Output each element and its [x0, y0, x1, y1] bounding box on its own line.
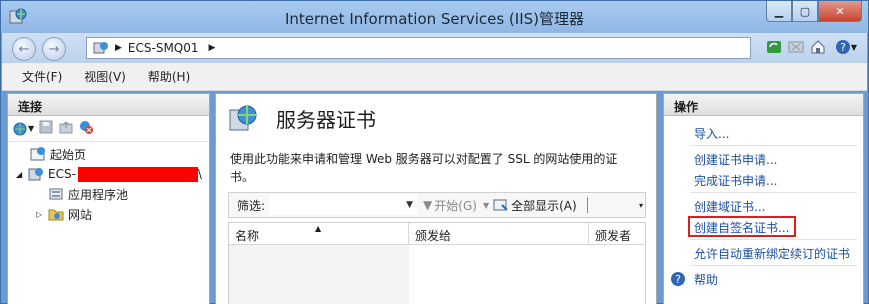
page-title: 服务器证书 — [276, 108, 376, 132]
tree-label-server: ECS- — [48, 167, 76, 181]
menu-file[interactable]: 文件(F) — [22, 68, 62, 85]
start-dropdown-icon[interactable]: ▼ — [483, 201, 489, 210]
server-certificates-icon — [229, 105, 257, 131]
close-icon: ✕ — [835, 4, 845, 18]
column-name[interactable]: 名称 ▲ — [229, 223, 409, 244]
title-bar: Internet Information Services (IIS)管理器 ▁… — [1, 1, 868, 33]
action-separator — [690, 192, 857, 193]
tree-label-server-suffix: \ — [197, 167, 202, 181]
help-dropdown-icon[interactable]: ? ▼ — [831, 38, 861, 56]
server-icon — [93, 42, 108, 54]
action-create-certificate-request[interactable]: 创建证书申请... — [664, 148, 863, 169]
action-create-domain-certificate[interactable]: 创建域证书... — [664, 195, 863, 216]
server-certificates-pane: 服务器证书 使用此功能来申请和管理 Web 服务器可以对配置了 SSL 的网站使… — [215, 93, 657, 304]
start-button-label: 开始(G) — [434, 198, 477, 213]
minimize-icon: ▁ — [774, 4, 784, 18]
disconnect-icon[interactable] — [78, 119, 94, 138]
sites-folder-icon — [48, 209, 64, 221]
column-issued-to[interactable]: 颁发给 — [409, 223, 589, 244]
tree-expanded-icon[interactable]: ◢ — [16, 170, 28, 179]
forward-button[interactable]: → — [42, 37, 66, 61]
action-complete-certificate-request[interactable]: 完成证书申请... — [664, 169, 863, 190]
redacted-server-name — [77, 166, 198, 182]
column-name-label: 名称 — [235, 229, 260, 243]
breadcrumb-separator-icon: ▶ — [115, 43, 122, 53]
forward-arrow-icon: → — [48, 41, 60, 57]
action-separator — [690, 145, 857, 146]
refresh-icon[interactable] — [765, 38, 783, 56]
action-separator — [690, 239, 857, 240]
address-toolbar: ← → ▶ ECS-SMQ01 ▶ ? ▼ — [2, 33, 867, 63]
stop-icon[interactable] — [787, 38, 805, 56]
maximize-icon: ▢ — [799, 4, 811, 18]
minimize-button[interactable]: ▁ — [766, 1, 792, 22]
table-body — [229, 245, 409, 304]
column-issued-by[interactable]: 颁发者 — [589, 223, 645, 244]
sort-ascending-icon: ▲ — [315, 224, 322, 233]
tree-label-sites: 网站 — [68, 207, 93, 222]
filter-bar: 筛选: ▼ ▼ 开始(G) ▼ 全部显示(A) ▾ — [228, 192, 646, 218]
filter-separator — [586, 197, 588, 213]
action-import[interactable]: 导入... — [664, 122, 863, 143]
connections-toolbar: ▼ — [8, 116, 209, 142]
tree-item-sites[interactable]: ▷ 网站 — [8, 204, 209, 224]
certificates-table: 名称 ▲ 颁发给 颁发者 — [228, 222, 646, 304]
address-bar[interactable]: ▶ ECS-SMQ01 ▶ — [86, 37, 751, 59]
actions-list: 导入... 创建证书申请... 完成证书申请... 创建域证书... 创建自签名… — [664, 116, 863, 290]
tree-item-app-pools[interactable]: 应用程序池 — [8, 184, 209, 204]
tree-label-start-page: 起始页 — [50, 147, 87, 162]
show-all-label: 全部显示(A) — [511, 198, 577, 213]
menu-bar: 文件(F) 视图(V) 帮助(H) — [2, 63, 867, 91]
svg-text:?: ? — [840, 41, 846, 54]
window-title: Internet Information Services (IIS)管理器 — [284, 10, 585, 28]
tree-collapsed-icon[interactable]: ▷ — [36, 210, 48, 219]
up-folder-icon[interactable] — [58, 119, 74, 138]
menu-help[interactable]: 帮助(H) — [148, 68, 190, 85]
action-allow-auto-rebind[interactable]: 允许自动重新绑定续订的证书 — [664, 242, 863, 263]
filter-input[interactable]: ▼ — [269, 195, 418, 215]
start-page-icon — [30, 147, 45, 161]
svg-text:?: ? — [675, 273, 681, 286]
connect-globe-icon[interactable]: ▼ — [12, 121, 34, 137]
close-button[interactable]: ✕ — [818, 1, 862, 22]
breadcrumb-server[interactable]: ECS-SMQ01 — [128, 41, 199, 55]
iis-manager-window: Internet Information Services (IIS)管理器 ▁… — [0, 0, 869, 304]
menu-view[interactable]: 视图(V) — [84, 68, 126, 85]
help-icon: ? — [671, 272, 685, 286]
filter-label: 筛选: — [237, 198, 266, 213]
connections-header: 连接 — [8, 94, 209, 116]
tree-item-start-page[interactable]: 起始页 — [8, 144, 209, 164]
help-label: 帮助 — [694, 272, 719, 287]
back-arrow-icon: ← — [18, 41, 30, 57]
action-help[interactable]: ? 帮助 — [664, 268, 863, 290]
action-separator — [690, 265, 857, 266]
actions-pane: 操作 导入... 创建证书申请... 完成证书申请... 创建域证书... 创建… — [663, 93, 864, 304]
filter-more-icon[interactable]: ▾ — [639, 201, 643, 210]
maximize-button[interactable]: ▢ — [792, 1, 818, 22]
show-all-icon — [493, 199, 508, 211]
show-all-button[interactable]: 全部显示(A) — [493, 197, 577, 214]
funnel-icon: ▼ — [423, 198, 433, 212]
connections-pane: 连接 ▼ 起始页 ◢ ECS- \ 应用程序池 ▷ 网站 — [7, 93, 210, 304]
start-filter-button[interactable]: ▼ 开始(G) — [423, 197, 477, 214]
action-create-self-signed-certificate[interactable]: 创建自签名证书... — [688, 216, 796, 237]
table-header: 名称 ▲ 颁发给 颁发者 — [229, 223, 645, 245]
save-icon[interactable] — [38, 119, 54, 138]
feature-description: 使用此功能来申请和管理 Web 服务器可以对配置了 SSL 的网站使用的证书。 — [230, 152, 618, 184]
column-issued-by-label: 颁发者 — [595, 229, 632, 243]
actions-header: 操作 — [664, 94, 863, 116]
column-issued-to-label: 颁发给 — [415, 229, 452, 243]
breadcrumb-chevron-icon[interactable]: ▶ — [209, 43, 216, 53]
server-node-icon — [28, 168, 43, 181]
home-icon[interactable] — [809, 38, 827, 56]
tree-label-app-pools: 应用程序池 — [68, 187, 129, 202]
connections-tree: 起始页 ◢ ECS- \ 应用程序池 ▷ 网站 — [8, 142, 209, 224]
filter-dropdown-icon[interactable]: ▼ — [406, 200, 413, 210]
app-pool-icon — [49, 188, 63, 200]
back-button[interactable]: ← — [12, 37, 36, 61]
tree-item-server[interactable]: ◢ ECS- \ — [8, 164, 209, 184]
